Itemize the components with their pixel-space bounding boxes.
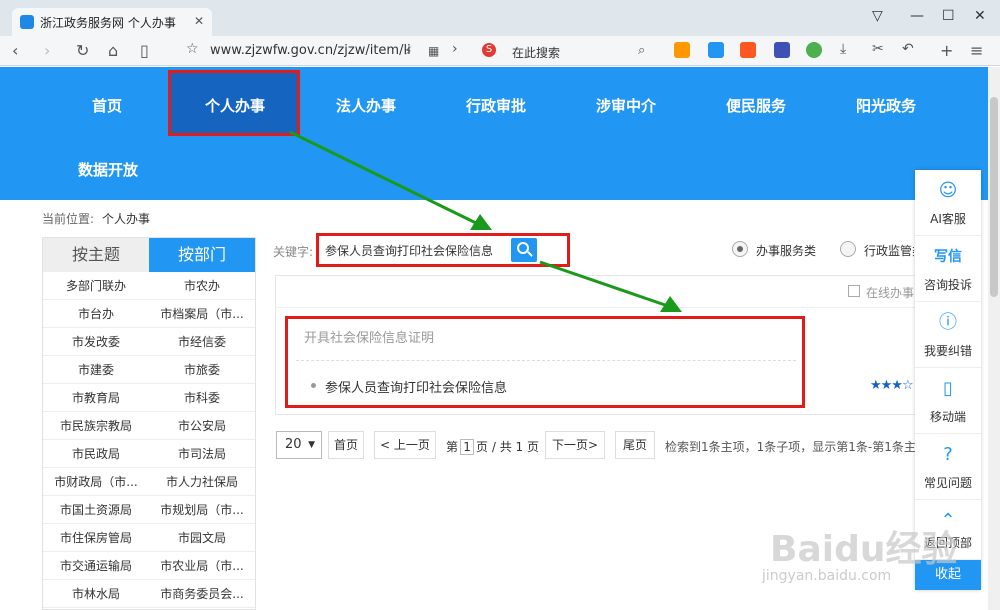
question-icon: ? — [943, 444, 953, 465]
float-faq[interactable]: ? 常见问题 — [915, 434, 981, 500]
prev-page-button[interactable]: < 上一页 — [374, 431, 436, 459]
write-icon: 写信 — [934, 249, 962, 265]
page-info-prefix: 第 — [446, 440, 459, 454]
float-error-report[interactable]: ⓘ 我要纠错 — [915, 302, 981, 368]
page-size-value: 20 — [285, 437, 302, 452]
page-size-select[interactable]: 20 ▼ — [276, 431, 322, 459]
baidu-watermark-url: jingyan.baidu.com — [762, 568, 892, 584]
baidu-watermark: Baidu经验 — [770, 529, 958, 570]
next-page-button[interactable]: 下一页> — [545, 431, 605, 459]
info-icon: ⓘ — [939, 312, 957, 333]
page-info: 第1页 / 共 1 页 — [446, 438, 539, 455]
last-page-button[interactable]: 尾页 — [615, 431, 655, 459]
robot-icon: ☺ — [938, 180, 958, 201]
arrow-search-to-result — [539, 260, 669, 308]
first-page-button[interactable]: 首页 — [328, 431, 364, 459]
float-mobile[interactable]: ▯ 移动端 — [915, 368, 981, 434]
annotation-arrows — [289, 130, 682, 312]
page-number-input[interactable]: 1 — [460, 439, 475, 455]
page-info-suffix: 页 / 共 1 页 — [476, 440, 539, 454]
float-consult-complain[interactable]: 写信 咨询投诉 — [915, 236, 981, 302]
dropdown-arrow-icon: ▼ — [308, 440, 315, 450]
phone-icon: ▯ — [943, 378, 953, 399]
float-ai-service[interactable]: ☺ AI客服 — [915, 170, 981, 236]
pagination-summary: 检索到1条主项，1条子项，显示第1条-第1条主项 — [665, 440, 928, 454]
arrow-nav-to-search — [289, 130, 479, 226]
